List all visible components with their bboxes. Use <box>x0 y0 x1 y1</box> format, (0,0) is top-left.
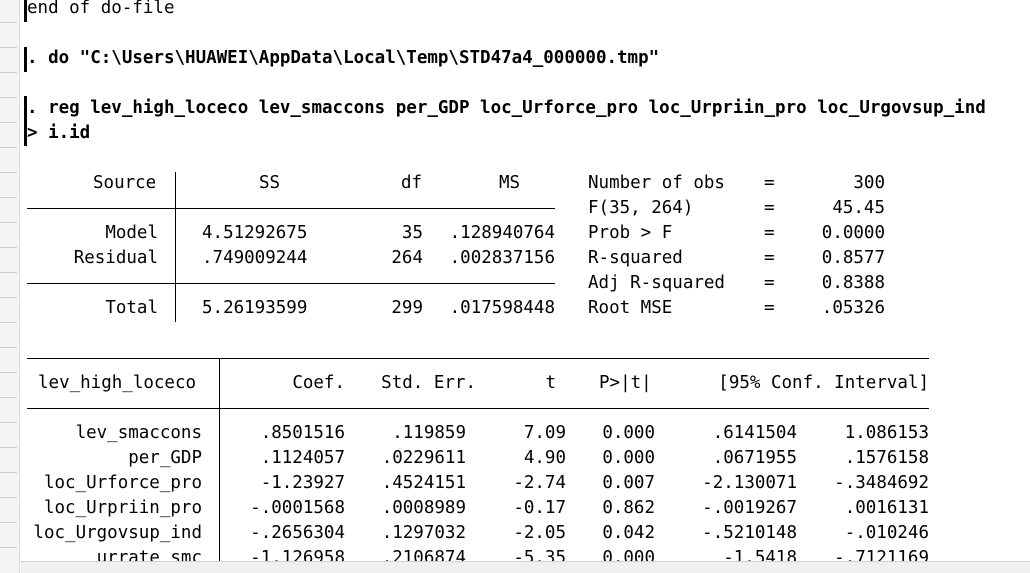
stat-value: 0.0000 <box>821 223 885 243</box>
stat-equals: = <box>764 298 775 318</box>
anova-ms: .002837156 <box>449 248 555 268</box>
anova-ms: .017598448 <box>449 298 555 318</box>
coef-ci-high: -.3484692 <box>834 473 929 493</box>
coef-t: -2.05 <box>513 523 566 543</box>
stat-label: Adj R-squared <box>588 273 725 293</box>
coef-depvar: lev_high_loceco <box>38 373 197 393</box>
coef-value: -1.126958 <box>250 548 345 562</box>
coef-se: .1297032 <box>381 523 466 543</box>
coef-se: .119859 <box>392 423 466 443</box>
coef-p: 0.042 <box>602 523 655 543</box>
stat-label: F(35, 264) <box>588 198 694 218</box>
coef-ci-low: .0671955 <box>712 448 797 468</box>
coef-header-t: t <box>545 373 556 393</box>
stat-equals: = <box>764 198 775 218</box>
coef-ci-high: 1.086153 <box>844 423 929 443</box>
coef-header-p: P>|t| <box>599 373 652 393</box>
coef-ci-low: -1.5418 <box>723 548 797 562</box>
coef-ci-low: -.5210148 <box>702 523 797 543</box>
coef-se: .2106874 <box>381 548 466 562</box>
stat-value: 300 <box>853 173 885 193</box>
coef-t: 4.90 <box>523 448 566 468</box>
reg-command-continuation: > i.id <box>27 123 91 143</box>
line-gutter <box>0 0 20 573</box>
coef-var: lev_smaccons <box>75 423 202 443</box>
stat-label: Root MSE <box>588 298 673 318</box>
coef-t: -5.35 <box>513 548 566 562</box>
coef-se: .4524151 <box>381 473 466 493</box>
end-of-dofile-line: end of do-file <box>27 0 175 18</box>
anova-df: 264 <box>391 248 423 268</box>
coef-top-rule <box>27 358 929 359</box>
anova-ss: 5.26193599 <box>202 298 308 318</box>
coef-p: 0.862 <box>602 498 655 518</box>
coef-var: loc_Urgovsup_ind <box>33 523 202 543</box>
anova-vertical-rule <box>175 172 176 322</box>
coef-var: urrate_smc <box>96 548 202 562</box>
coef-header-se: Std. Err. <box>381 373 476 393</box>
anova-header-ss: SS <box>259 173 281 193</box>
anova-header-rule <box>27 208 555 209</box>
coef-p: 0.000 <box>602 423 655 443</box>
coef-value: -1.23927 <box>260 473 345 493</box>
coef-var: loc_Urforce_pro <box>43 473 202 493</box>
stat-value: .05326 <box>821 298 885 318</box>
coef-value: .8501516 <box>260 423 345 443</box>
anova-source: Residual <box>73 248 158 268</box>
anova-total-rule <box>27 283 555 284</box>
coef-t: -2.74 <box>513 473 566 493</box>
coef-ci-low: -2.130071 <box>702 473 797 493</box>
anova-header-source: Source <box>93 173 157 193</box>
do-command-line: . do "C:\Users\HUAWEI\AppData\Local\Temp… <box>27 48 660 68</box>
anova-ms: .128940764 <box>449 223 555 243</box>
coef-se: .0229611 <box>381 448 466 468</box>
anova-df: 299 <box>391 298 423 318</box>
stat-label: Prob > F <box>588 223 673 243</box>
coef-vertical-rule <box>219 358 220 562</box>
stat-value: 45.45 <box>832 198 885 218</box>
coef-header-rule <box>27 408 929 409</box>
stat-equals: = <box>764 173 775 193</box>
anova-ss: .749009244 <box>202 248 308 268</box>
stat-label: Number of obs <box>588 173 725 193</box>
coef-p: 0.007 <box>602 473 655 493</box>
coef-value: -.2656304 <box>250 523 345 543</box>
coef-var: per_GDP <box>128 448 202 468</box>
stat-value: 0.8577 <box>821 248 885 268</box>
reg-command-line: . reg lev_high_loceco lev_smaccons per_G… <box>27 98 986 118</box>
coef-t: 7.09 <box>523 423 566 443</box>
coef-value: .1124057 <box>260 448 345 468</box>
anova-ss: 4.51292675 <box>202 223 308 243</box>
coef-se: .0008989 <box>381 498 466 518</box>
anova-df: 35 <box>401 223 423 243</box>
coef-t: -0.17 <box>513 498 566 518</box>
coef-header-ci: [95% Conf. Interval] <box>718 373 929 393</box>
anova-header-ms: MS <box>499 173 521 193</box>
coef-ci-high: .1576158 <box>844 448 929 468</box>
coef-header-coef: Coef. <box>292 373 345 393</box>
coef-ci-high: -.7121169 <box>834 548 929 562</box>
stat-equals: = <box>764 248 775 268</box>
stat-equals: = <box>764 273 775 293</box>
coef-var: loc_Urpriin_pro <box>43 498 202 518</box>
coef-ci-high: -.010246 <box>844 523 929 543</box>
coef-p: 0.000 <box>602 548 655 562</box>
coef-p: 0.000 <box>602 448 655 468</box>
anova-header-df: df <box>401 173 423 193</box>
coef-ci-high: .0016131 <box>844 498 929 518</box>
stat-value: 0.8388 <box>821 273 885 293</box>
stat-label: R-squared <box>588 248 683 268</box>
coef-ci-low: -.0019267 <box>702 498 797 518</box>
stat-equals: = <box>764 223 775 243</box>
results-window[interactable]: end of do-file . do "C:\Users\HUAWEI\App… <box>21 0 1030 562</box>
coef-ci-low: .6141504 <box>712 423 797 443</box>
coef-value: -.0001568 <box>250 498 345 518</box>
anova-source: Total <box>105 298 158 318</box>
horizontal-scrollbar[interactable] <box>21 561 1030 573</box>
anova-source: Model <box>105 223 158 243</box>
